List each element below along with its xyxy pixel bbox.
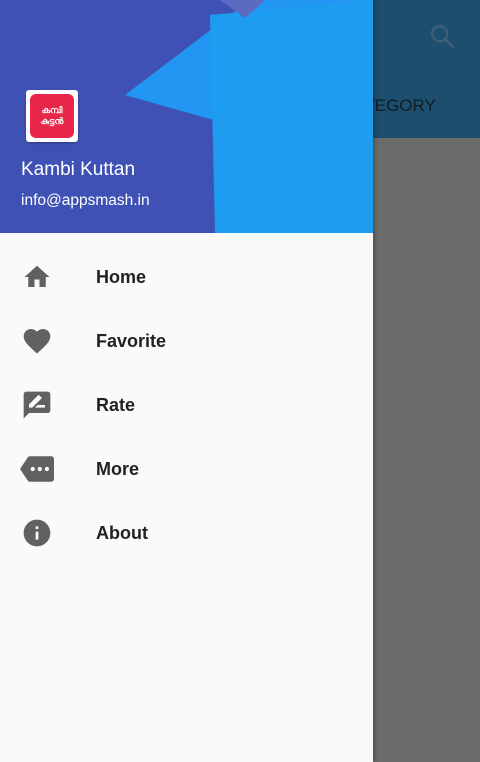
menu-item-about[interactable]: About	[0, 501, 373, 565]
rate-review-icon	[20, 388, 54, 422]
drawer-header: കമ്പി കുട്ടൻ Kambi Kuttan info@appsmash.…	[0, 0, 373, 233]
screen: CATEGORY കമ്പി കുട്ടൻ Kambi Kuttan info@…	[0, 0, 480, 762]
app-logo: കമ്പി കുട്ടൻ	[26, 90, 78, 142]
menu-item-more[interactable]: More	[0, 437, 373, 501]
navigation-drawer: കമ്പി കുട്ടൻ Kambi Kuttan info@appsmash.…	[0, 0, 373, 762]
info-icon	[20, 516, 54, 550]
menu-item-favorite[interactable]: Favorite	[0, 309, 373, 373]
drawer-menu: Home Favorite Rate More About	[0, 245, 373, 565]
home-icon	[20, 260, 54, 294]
menu-item-label: About	[96, 522, 148, 543]
tab-category-label: CATEGORY	[373, 96, 436, 115]
menu-item-label: Favorite	[96, 330, 167, 351]
user-name: Kambi Kuttan	[21, 159, 136, 180]
menu-item-label: More	[96, 458, 140, 479]
menu-item-home[interactable]: Home	[0, 245, 373, 309]
more-tag-icon	[20, 452, 54, 486]
tab-category[interactable]: CATEGORY	[373, 96, 480, 118]
search-icon[interactable]	[428, 22, 456, 50]
app-logo-text: കമ്പി കുട്ടൻ	[30, 94, 74, 138]
menu-item-label: Rate	[96, 394, 136, 415]
user-email: info@appsmash.in	[21, 192, 150, 209]
menu-item-label: Home	[96, 266, 147, 287]
heart-icon	[20, 324, 54, 358]
menu-item-rate[interactable]: Rate	[0, 373, 373, 437]
